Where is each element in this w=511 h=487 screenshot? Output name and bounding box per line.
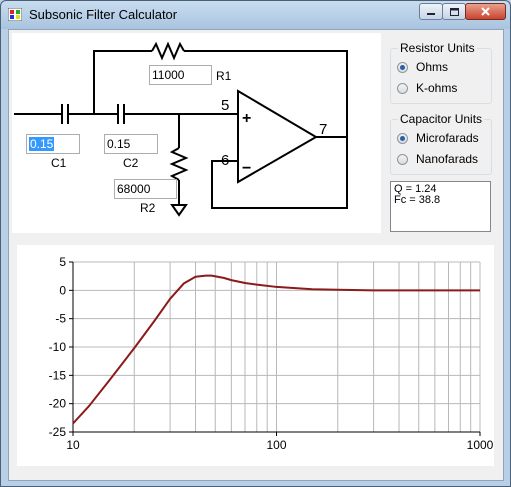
app-window: Subsonic Filter Calculator 5 6 7 + − R1 … — [0, 0, 511, 487]
title-bar: Subsonic Filter Calculator — [1, 1, 510, 28]
close-icon — [481, 7, 490, 16]
radio-k-ohms-label: K-ohms — [416, 81, 458, 95]
fc-result: Fc = 38.8 — [394, 194, 441, 206]
y-tick-label: -15 — [49, 368, 67, 382]
y-tick-label: -25 — [49, 425, 67, 439]
window-title: Subsonic Filter Calculator — [29, 7, 178, 22]
r1-label: R1 — [216, 69, 232, 83]
minimize-icon — [426, 12, 435, 15]
client-area: 5 6 7 + − R1 C1 C2 R2 11000 0.15 0.15 68… — [8, 29, 504, 481]
pin5-label: 5 — [221, 97, 229, 114]
maximize-icon — [449, 7, 459, 16]
r1-value: 11000 — [152, 68, 185, 82]
schematic-panel: 5 6 7 + − R1 C1 C2 R2 11000 0.15 0.15 68… — [12, 33, 381, 233]
y-tick-label: -10 — [49, 340, 67, 354]
radio-nanofarads[interactable]: Nanofarads — [397, 152, 478, 166]
radio-k-ohms[interactable]: K-ohms — [397, 81, 457, 95]
radio-microfarads[interactable]: Microfarads — [397, 131, 479, 145]
radio-ohms[interactable]: Ohms — [397, 60, 448, 74]
frequency-response-chart: 5 0 -5 -10 -15 -20 -2510 100 1000 — [49, 255, 494, 452]
radio-microfarads-dot — [397, 132, 408, 144]
filter-schematic: 5 6 7 + − R1 C1 C2 R2 — [14, 41, 348, 217]
pin6-label: 6 — [221, 152, 229, 169]
c1-label: C1 — [51, 156, 67, 170]
results-box[interactable]: Q = 1.24 Fc = 38.8 — [390, 181, 491, 232]
x-tick-label: 100 — [266, 438, 286, 452]
x-tick-label: 10 — [66, 438, 80, 452]
plus-sign: + — [242, 110, 251, 127]
c2-input[interactable]: 0.15 — [104, 134, 158, 154]
y-tick-label: 5 — [59, 255, 66, 269]
y-tick-label: -5 — [55, 312, 66, 326]
x-tick-label: 1000 — [467, 438, 494, 452]
r2-value: 68000 — [117, 182, 151, 196]
radio-k-ohms-dot — [397, 82, 408, 94]
r2-input[interactable]: 68000 — [114, 179, 177, 199]
c2-value: 0.15 — [107, 137, 131, 151]
close-button[interactable] — [465, 3, 506, 20]
radio-microfarads-label: Microfarads — [416, 131, 479, 145]
pin7-label: 7 — [319, 121, 327, 138]
radio-ohms-dot — [397, 61, 408, 73]
capacitor-units-title: Capacitor Units — [398, 112, 485, 126]
y-tick-label: 0 — [59, 283, 66, 297]
r1-input[interactable]: 11000 — [149, 65, 212, 85]
radio-nanofarads-label: Nanofarads — [416, 152, 479, 166]
c1-value: 0.15 — [29, 137, 55, 151]
resistor-units-title: Resistor Units — [398, 41, 477, 55]
response-chart-panel: 5 0 -5 -10 -15 -20 -25 10 100 1000 — [17, 245, 494, 466]
c2-label: C2 — [123, 156, 139, 170]
app-icon — [8, 8, 22, 21]
resistor-units-group: Resistor Units Ohms K-ohms — [390, 41, 492, 104]
capacitor-units-group: Capacitor Units Microfarads Nanofarads — [390, 112, 492, 175]
r2-label: R2 — [140, 201, 156, 215]
c1-input[interactable]: 0.15 — [26, 134, 80, 154]
y-tick-label: -20 — [49, 397, 67, 411]
radio-ohms-label: Ohms — [416, 60, 449, 74]
radio-nanofarads-dot — [397, 153, 408, 165]
maximize-button[interactable] — [442, 3, 466, 20]
minimize-button[interactable] — [419, 3, 443, 20]
minus-sign: − — [242, 160, 251, 177]
